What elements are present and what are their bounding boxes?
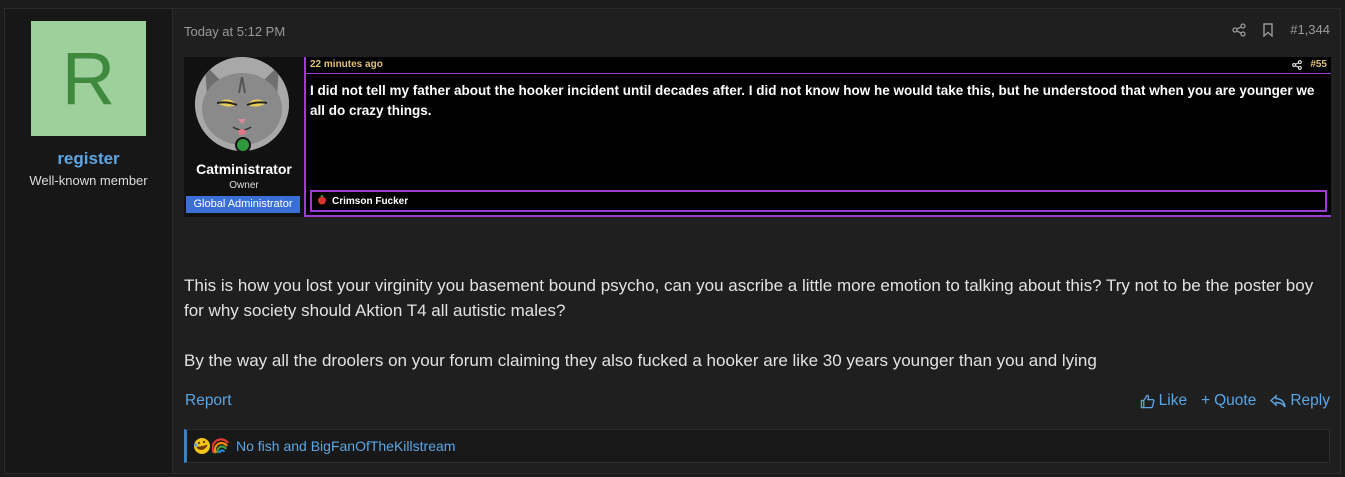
reaction-icons	[193, 437, 230, 455]
rainbow-emoji-icon	[212, 438, 229, 454]
reactions-list-link[interactable]: No fish and BigFanOfTheKillstream	[236, 438, 455, 454]
message-paragraph: This is how you lost your virginity you …	[184, 276, 1314, 320]
reply-label: Reply	[1290, 392, 1330, 409]
embed-user-panel: Catministrator Owner Global Administrato…	[184, 57, 306, 217]
embed-header-right: #55	[1292, 59, 1327, 70]
embed-author-role: Owner	[229, 180, 259, 191]
online-status-icon	[235, 137, 251, 153]
reply-button[interactable]: Reply	[1270, 392, 1330, 410]
reply-icon	[1270, 394, 1287, 408]
embed-author-name: Catministrator	[196, 161, 292, 177]
share-icon[interactable]	[1232, 22, 1246, 37]
quote-button[interactable]: + Quote	[1201, 392, 1256, 410]
post-date[interactable]: Today at 5:12 PM	[184, 24, 285, 39]
message-paragraph: By the way all the droolers on your foru…	[184, 351, 1097, 370]
embed-signature: Crimson Fucker	[310, 190, 1327, 212]
user-title: Well-known member	[29, 173, 148, 188]
embed-bottom-border	[306, 215, 1331, 217]
embed-share-icon	[1292, 59, 1303, 70]
user-sidebar: R register Well-known member	[5, 9, 173, 473]
rofl-emoji-icon	[194, 438, 210, 454]
like-button[interactable]: Like	[1140, 392, 1187, 410]
report-link[interactable]: Report	[185, 392, 232, 410]
post-actions: Like + Quote Reply	[1140, 392, 1330, 410]
quote-label: Quote	[1214, 392, 1257, 409]
post: R register Well-known member Today at 5:…	[4, 8, 1341, 474]
thumbs-up-icon	[1140, 394, 1155, 408]
embed-message-text: I did not tell my father about the hooke…	[310, 83, 1315, 118]
post-footer: Report Like + Quote Reply	[185, 392, 1330, 412]
embed-time: 22 minutes ago	[310, 59, 383, 70]
reactions-bar[interactable]: No fish and BigFanOfTheKillstream	[184, 429, 1330, 463]
post-header-actions: #1,344	[1232, 22, 1330, 37]
embed-admin-badge: Global Administrator	[186, 196, 300, 213]
avatar[interactable]: R	[31, 21, 146, 136]
username-link[interactable]: register	[5, 149, 172, 169]
embedded-screenshot: Catministrator Owner Global Administrato…	[184, 57, 1331, 217]
post-number-link[interactable]: #1,344	[1290, 22, 1330, 37]
bookmark-icon[interactable]	[1262, 22, 1274, 37]
like-label: Like	[1158, 392, 1188, 409]
post-message: This is how you lost your virginity you …	[184, 273, 1334, 373]
embed-post-number: #55	[1310, 59, 1327, 70]
plus-icon: +	[1201, 392, 1211, 409]
embed-signature-text: Crimson Fucker	[332, 195, 409, 207]
embed-divider	[306, 73, 1331, 74]
strawberry-icon	[316, 194, 328, 209]
embed-post-body: 22 minutes ago #55 I did not tell my fat…	[306, 57, 1331, 217]
post-main: Today at 5:12 PM #1,344 Catministrator O…	[173, 9, 1340, 473]
